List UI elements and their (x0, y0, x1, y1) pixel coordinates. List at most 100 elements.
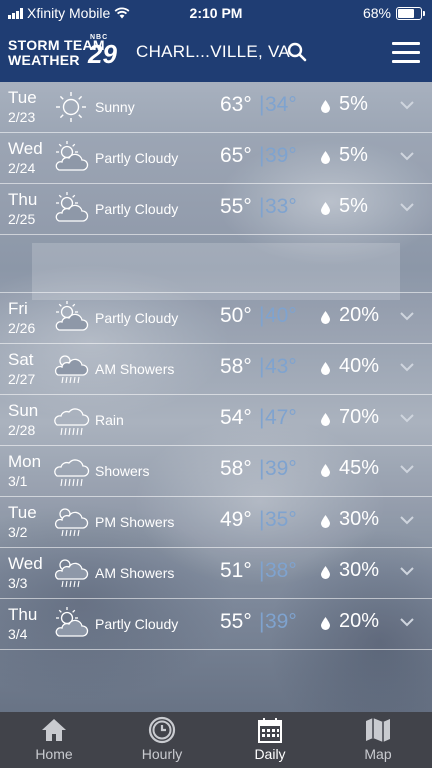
forecast-row[interactable]: Thu 2/25 Partly Cloudy 55° | 33° 5% (0, 184, 432, 235)
forecast-condition: PM Showers (95, 514, 175, 530)
forecast-low: 39° (265, 144, 297, 167)
temp-separator: | (259, 406, 265, 429)
tab-map[interactable]: Map (324, 712, 432, 768)
forecast-precip: 70% (339, 406, 380, 428)
forecast-condition: AM Showers (95, 565, 175, 581)
forecast-high: 49° (220, 508, 252, 531)
temp-separator: | (259, 304, 265, 327)
tab-daily-label: Daily (254, 746, 286, 762)
tab-hourly-label: Hourly (141, 746, 183, 762)
forecast-low: 39° (265, 457, 297, 480)
forecast-high: 55° (220, 610, 252, 633)
forecast-day: Fri (8, 299, 28, 318)
tab-bar: Home Hourly Daily Map (0, 712, 432, 768)
forecast-high: 58° (220, 355, 252, 378)
forecast-date: 2/28 (8, 422, 36, 438)
tab-hourly[interactable]: Hourly (108, 712, 216, 768)
daily-forecast-list: Tue 2/23 Sunny 63° | 34° 5% Wed 2/24 Partly Cloud… (0, 82, 432, 650)
search-icon[interactable] (286, 41, 308, 63)
forecast-row[interactable]: Mon 3/1 Showers 58° | 39° 45% (0, 446, 432, 497)
forecast-day: Wed (8, 554, 43, 573)
forecast-high: 55° (220, 195, 252, 218)
forecast-row[interactable]: Thu 3/4 Partly Cloudy 55° | 39° 20% (0, 599, 432, 650)
forecast-precip: 5% (339, 144, 368, 166)
forecast-row[interactable]: Fri 2/26 Partly Cloudy 50° | 40° 20% (0, 293, 432, 344)
tab-home-label: Home (35, 746, 73, 762)
ad-banner-slot[interactable] (0, 235, 432, 300)
temp-separator: | (259, 610, 265, 633)
forecast-row[interactable]: Sun 2/28 Rain 54° | 47° 70% (0, 395, 432, 446)
forecast-date: 2/27 (8, 371, 36, 387)
forecast-row[interactable]: Sat 2/27 AM Showers 58° | 43° 40% (0, 344, 432, 395)
sunny-icon (52, 88, 90, 126)
tab-home[interactable]: Home (0, 712, 108, 768)
rain-icon (52, 401, 90, 439)
forecast-date: 3/2 (8, 524, 28, 540)
station-logo[interactable]: STORM TEAM WEATHER NBC 29 (8, 34, 120, 72)
forecast-condition: Partly Cloudy (95, 310, 179, 326)
temp-separator: | (259, 355, 265, 378)
showers-icon (52, 554, 90, 592)
partly-cloudy-icon (52, 605, 90, 643)
forecast-precip: 30% (339, 508, 380, 530)
home-icon (42, 719, 66, 741)
battery-percent: 68% (362, 5, 391, 21)
forecast-row[interactable]: Wed 3/3 AM Showers 51° | 38° 30% (0, 548, 432, 599)
forecast-high: 65° (220, 144, 252, 167)
forecast-condition: Partly Cloudy (95, 201, 179, 217)
forecast-day: Tue (8, 503, 37, 522)
forecast-date: 2/24 (8, 160, 36, 176)
temp-separator: | (259, 93, 265, 116)
battery-group: 68% (362, 5, 425, 21)
forecast-day: Tue (8, 88, 37, 107)
forecast-date: 2/23 (8, 109, 36, 125)
temp-separator: | (259, 508, 265, 531)
menu-icon[interactable] (392, 42, 420, 64)
forecast-precip: 5% (339, 93, 368, 115)
showers-icon (52, 350, 90, 388)
forecast-precip: 30% (339, 559, 380, 581)
partly-cloudy-icon (52, 299, 90, 337)
logo-number: 29 (88, 39, 117, 69)
forecast-low: 35° (265, 508, 297, 531)
forecast-row[interactable]: Wed 2/24 Partly Cloudy 65° | 39° 5% (0, 133, 432, 184)
forecast-day: Thu (8, 605, 38, 624)
forecast-date: 2/25 (8, 211, 36, 227)
forecast-date: 3/4 (8, 626, 28, 642)
forecast-date: 2/26 (8, 320, 36, 336)
forecast-high: 51° (220, 559, 252, 582)
tab-map-label: Map (364, 746, 392, 762)
temp-separator: | (259, 559, 265, 582)
forecast-precip: 45% (339, 457, 380, 479)
forecast-condition: AM Showers (95, 361, 175, 377)
forecast-condition: Showers (95, 463, 150, 479)
forecast-condition: Partly Cloudy (95, 150, 179, 166)
map-icon (366, 718, 390, 742)
forecast-date: 3/3 (8, 575, 28, 591)
location-name[interactable]: CHARL...VILLE, VA (136, 42, 290, 62)
temp-separator: | (259, 144, 265, 167)
forecast-low: 39° (265, 610, 297, 633)
forecast-precip: 5% (339, 195, 368, 217)
status-bar: Xfinity Mobile 2:10 PM 68% (0, 0, 432, 26)
ad-banner[interactable] (32, 243, 400, 300)
temp-separator: | (259, 457, 265, 480)
forecast-precip: 20% (339, 610, 380, 632)
forecast-low: 33° (265, 195, 297, 218)
partly-cloudy-icon (52, 190, 90, 228)
app-header: STORM TEAM WEATHER NBC 29 CHARL...VILLE,… (0, 26, 432, 82)
forecast-day: Mon (8, 452, 42, 471)
forecast-low: 40° (265, 304, 297, 327)
forecast-day: Thu (8, 190, 38, 209)
forecast-row[interactable]: Tue 2/23 Sunny 63° | 34° 5% (0, 82, 432, 133)
forecast-low: 47° (265, 406, 297, 429)
calendar-icon (258, 718, 282, 743)
temp-separator: | (259, 195, 265, 218)
clock-icon (148, 716, 176, 744)
forecast-condition: Partly Cloudy (95, 616, 179, 632)
battery-icon (396, 6, 425, 20)
tab-daily[interactable]: Daily (216, 712, 324, 768)
forecast-row[interactable]: Tue 3/2 PM Showers 49° | 35° 30% (0, 497, 432, 548)
forecast-day: Wed (8, 139, 43, 158)
forecast-precip: 20% (339, 304, 380, 326)
